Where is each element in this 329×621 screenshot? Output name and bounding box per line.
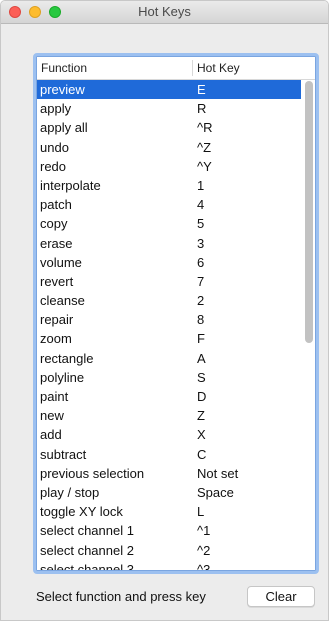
table-row[interactable]: copy 5 [37, 214, 301, 233]
function-cell: patch [40, 197, 72, 213]
function-cell: polyline [40, 369, 85, 385]
table-header: Function Hot Key [37, 57, 315, 80]
hot-key-cell: ^2 [197, 542, 211, 558]
function-cell: preview [40, 82, 85, 97]
table-row[interactable]: previous selection Not set [37, 464, 301, 483]
function-cell: add [40, 427, 62, 443]
instruction-label: Select function and press key [36, 589, 206, 604]
function-cell: rectangle [40, 350, 94, 366]
table-row[interactable]: apply all ^R [37, 118, 301, 137]
hot-key-cell: Z [197, 408, 205, 424]
hot-key-cell: ^Y [197, 158, 212, 174]
function-cell: repair [40, 312, 74, 328]
title-bar[interactable]: Hot Keys [1, 1, 328, 24]
function-cell: play / stop [40, 484, 100, 500]
hot-keys-window: Hot Keys Function Hot Key preview Eapply R… [0, 0, 329, 621]
function-cell: paint [40, 389, 69, 404]
hot-key-cell: 1 [197, 177, 205, 193]
hot-keys-table-inner: Function Hot Key preview Eapply Rapply all… [36, 56, 316, 571]
function-cell: interpolate [40, 177, 101, 193]
window-title: Hot Keys [138, 4, 191, 19]
hot-key-cell: R [197, 101, 207, 117]
table-row[interactable]: erase 3 [37, 234, 301, 253]
table-row[interactable]: select channel 2 ^2 [37, 541, 301, 560]
function-cell: apply all [40, 120, 88, 136]
function-cell: redo [40, 158, 67, 174]
function-cell: erase [40, 235, 73, 251]
hot-key-cell: D [197, 389, 207, 404]
table-row[interactable]: add X [37, 425, 301, 444]
table-row[interactable]: undo ^Z [37, 138, 301, 157]
table-row[interactable]: select channel 1 ^1 [37, 521, 301, 540]
hot-key-cell: Not set [197, 465, 239, 481]
hot-key-cell: C [197, 446, 207, 462]
function-column-header[interactable]: Function [41, 61, 87, 75]
function-cell: previous selection [40, 465, 145, 481]
hot-key-cell: E [197, 82, 206, 97]
hot-key-cell: 6 [197, 254, 205, 270]
function-cell: zoom [40, 331, 72, 347]
function-cell: toggle XY lock [40, 504, 123, 520]
table-row[interactable]: patch 4 [37, 195, 301, 214]
table-row[interactable]: toggle XY lock L [37, 502, 301, 521]
hot-key-cell: S [197, 369, 206, 385]
table-row[interactable]: zoom F [37, 329, 301, 348]
hot-key-cell: 5 [197, 216, 205, 232]
table-row[interactable]: polyline S [37, 368, 301, 387]
hot-key-cell: L [197, 504, 205, 520]
table-row[interactable]: cleanse 2 [37, 291, 301, 310]
hot-key-cell: 4 [197, 197, 205, 213]
vertical-scrollbar[interactable] [305, 81, 313, 343]
function-cell: copy [40, 216, 68, 232]
function-cell: revert [40, 273, 74, 289]
hot-key-cell: ^R [197, 120, 213, 136]
hot-key-cell: 8 [197, 312, 205, 328]
function-cell: subtract [40, 446, 87, 462]
table-row[interactable]: interpolate 1 [37, 176, 301, 195]
table-row[interactable]: select channel 3 ^3 [37, 560, 301, 571]
table-row[interactable]: paint D [37, 387, 301, 406]
table-rows: preview Eapply Rapply all ^R undo ^Z redo ^Y int… [37, 80, 301, 571]
table-row[interactable]: apply R [37, 99, 301, 118]
hot-key-cell: F [197, 331, 205, 347]
column-divider [192, 60, 193, 76]
table-row[interactable]: revert 7 [37, 272, 301, 291]
table-row[interactable]: preview E [37, 80, 301, 100]
hot-key-cell: ^Z [197, 139, 212, 155]
hot-key-cell: ^1 [197, 523, 211, 539]
hot-key-cell: ^3 [197, 561, 211, 571]
hot-key-cell: 2 [197, 293, 205, 309]
table-row[interactable]: subtract C [37, 445, 301, 464]
hot-key-cell: X [197, 427, 206, 443]
function-cell: select channel 3 [40, 561, 134, 571]
clear-button[interactable]: Clear [247, 586, 315, 607]
function-cell: apply [40, 101, 72, 117]
function-cell: undo [40, 139, 69, 155]
hot-key-cell: 3 [197, 235, 205, 251]
table-row[interactable]: redo ^Y [37, 157, 301, 176]
table-row[interactable]: rectangle A [37, 349, 301, 368]
table-row[interactable]: play / stop Space [37, 483, 301, 502]
hot-keys-table[interactable]: Function Hot Key preview Eapply Rapply all… [33, 53, 319, 574]
hot-key-column-header[interactable]: Hot Key [197, 61, 240, 75]
table-row[interactable]: repair 8 [37, 310, 301, 329]
function-cell: select channel 2 [40, 542, 134, 558]
hot-key-cell: A [197, 350, 206, 366]
hot-key-cell: Space [197, 484, 234, 500]
function-cell: volume [40, 254, 82, 270]
function-cell: new [40, 408, 64, 424]
table-row[interactable]: new Z [37, 406, 301, 425]
table-row[interactable]: volume 6 [37, 253, 301, 272]
function-cell: select channel 1 [40, 523, 134, 539]
hot-key-cell: 7 [197, 273, 205, 289]
function-cell: cleanse [40, 293, 85, 309]
